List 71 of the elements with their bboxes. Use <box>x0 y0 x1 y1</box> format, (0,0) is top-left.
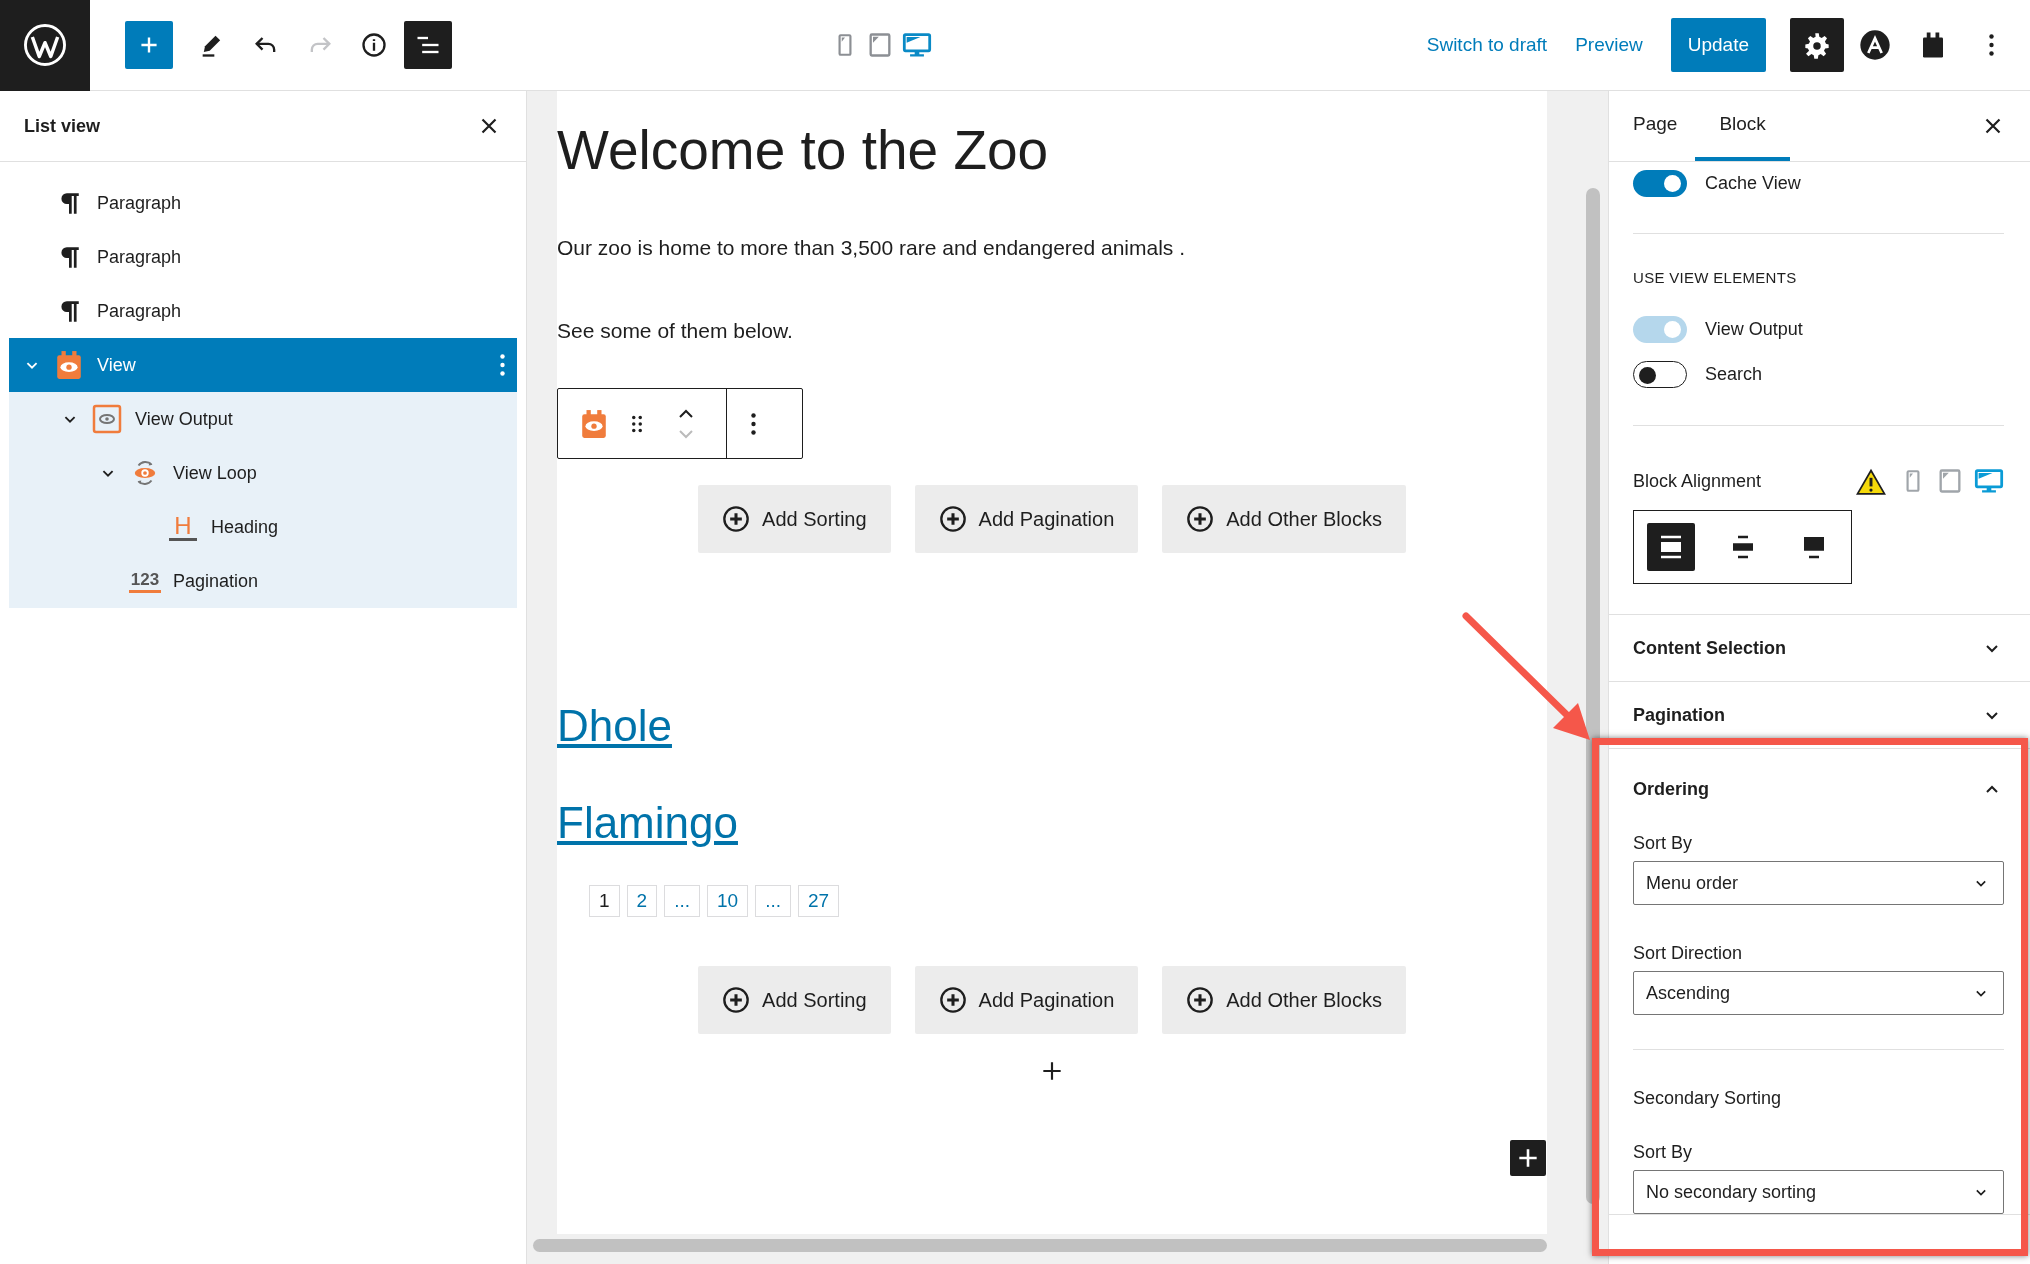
post-title-link[interactable]: Dhole <box>557 699 672 752</box>
select-field[interactable]: Ascending <box>1633 971 2004 1015</box>
toggle-switch[interactable] <box>1633 170 1687 197</box>
plus-circle-icon <box>938 986 967 1014</box>
plus-circle-icon <box>722 986 751 1014</box>
pagination-link[interactable]: ... <box>664 885 700 917</box>
logo <box>1859 29 1891 61</box>
post-title-link[interactable]: Flamingo <box>557 796 738 849</box>
panel-title: List view <box>24 114 101 138</box>
list-view-item[interactable]: H Heading <box>9 500 517 554</box>
plus-circle-icon <box>1186 505 1215 533</box>
list-view-item[interactable]: Paragraph <box>9 230 517 284</box>
add-block-button[interactable]: Add Sorting <box>698 966 891 1034</box>
calendar-eye-icon <box>55 350 83 380</box>
pagination-link[interactable]: ... <box>755 885 791 917</box>
info-icon <box>360 31 388 59</box>
field-label: Block Alignment <box>1633 469 1762 493</box>
field-label: Sort By <box>1633 1141 1694 1163</box>
pagination-link[interactable]: 10 <box>707 885 749 917</box>
list-view-button[interactable] <box>404 21 452 69</box>
desktop-icon[interactable] <box>1974 467 2004 495</box>
add-block-button[interactable]: Add Other Blocks <box>1162 966 1406 1034</box>
section-label: Secondary Sorting <box>1633 1087 1783 1109</box>
toggle-switch[interactable] <box>1633 361 1687 388</box>
select-field[interactable]: Menu order <box>1633 861 2004 905</box>
update-button[interactable]: Update <box>1670 18 1766 72</box>
page-heading: Welcome to the Zoo <box>557 118 1050 183</box>
pagination-link[interactable]: 27 <box>798 885 840 917</box>
list-view-item[interactable]: View Loop <box>9 446 517 500</box>
panel-header[interactable]: Pagination <box>1633 682 2004 748</box>
settings-button[interactable] <box>1790 18 1844 72</box>
plus-circle-icon <box>1186 986 1215 1014</box>
eye-frame-icon <box>92 404 122 434</box>
panel-header[interactable]: Content Selection <box>1633 615 2004 681</box>
more-menu-icon <box>1988 34 1994 56</box>
paragraph: Our zoo is home to more than 3,500 rare and endangered animals . <box>557 235 1187 261</box>
field-label: Sort By <box>1633 832 1694 854</box>
desktop-icon[interactable] <box>902 31 932 59</box>
sidebar-tab[interactable]: Page <box>1619 91 1692 161</box>
toolbar-link[interactable]: Preview <box>1561 30 1657 60</box>
looping-eye-icon <box>132 458 158 488</box>
plus-circle-icon <box>938 505 967 533</box>
panel-header[interactable]: Ordering <box>1633 749 2004 803</box>
select-field[interactable]: No secondary sorting <box>1633 1170 2004 1214</box>
plus-circle-icon <box>722 505 751 533</box>
full-width-button[interactable] <box>1647 523 1695 571</box>
scrollbar[interactable] <box>533 1239 1547 1252</box>
plus-button[interactable] <box>125 21 173 69</box>
toggle-label: Search <box>1705 363 1763 386</box>
pagination-link[interactable]: 2 <box>626 885 658 917</box>
list-view-item[interactable]: Paragraph <box>9 176 517 230</box>
add-block-button[interactable]: Add Pagination <box>914 485 1139 553</box>
options-icon[interactable] <box>751 412 756 435</box>
add-block-button[interactable]: Add Sorting <box>698 485 891 553</box>
list-view-item[interactable]: Paragraph <box>9 284 517 338</box>
section-label: USE VIEW ELEMENTS <box>1633 268 1798 288</box>
settings-icon <box>1803 31 1831 59</box>
field-label: Sort Direction <box>1633 942 1744 964</box>
add-block-button[interactable] <box>1510 1140 1546 1176</box>
add-block-button[interactable]: Add Other Blocks <box>1162 485 1406 553</box>
toggle-label: Cache View <box>1705 172 1801 195</box>
pagination-link[interactable]: 1 <box>589 885 620 917</box>
paragraph: See some of them below. <box>557 318 794 344</box>
list-view-item[interactable]: View Output <box>9 392 517 446</box>
toolbar-link[interactable]: Switch to draft <box>1412 30 1562 60</box>
sidebar-tab[interactable]: Block <box>1695 91 1790 161</box>
wordpress-logo[interactable] <box>0 0 90 91</box>
list-view-item[interactable]: 123 Pagination <box>9 554 517 608</box>
calendar-eye-icon[interactable] <box>580 408 608 439</box>
toggle-label: View Output <box>1705 318 1803 341</box>
add-block-button[interactable]: Add Pagination <box>914 966 1139 1034</box>
